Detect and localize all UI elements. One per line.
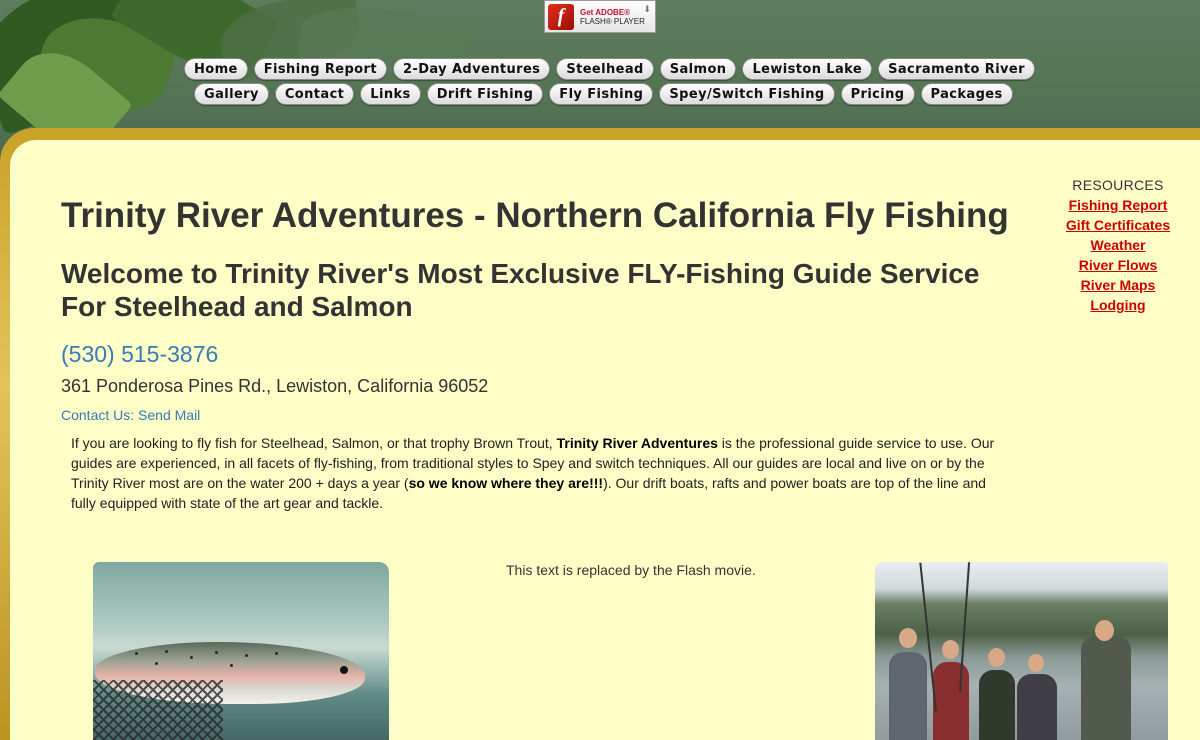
nav-steelhead[interactable]: Steelhead	[556, 58, 654, 80]
resource-gift-certificates-link[interactable]: Gift Certificates	[1048, 215, 1188, 235]
landing-net-image	[93, 680, 223, 740]
flash-badge-line2: FLASH® PLAYER	[580, 16, 645, 26]
nav-gallery[interactable]: Gallery	[194, 83, 269, 105]
nav-row-1: Home Fishing Report 2-Day Adventures Ste…	[184, 58, 1035, 80]
contact-label: Contact Us:	[61, 407, 135, 423]
resources-sidebar: RESOURCES Fishing Report Gift Certificat…	[1048, 177, 1188, 315]
nav-fishing-report[interactable]: Fishing Report	[253, 58, 387, 80]
intro-text-1: If you are looking to fly fish for Steel…	[71, 435, 553, 451]
nav-contact[interactable]: Contact	[274, 83, 355, 105]
nav-links[interactable]: Links	[360, 83, 421, 105]
nav-spey-switch-fishing[interactable]: Spey/Switch Fishing	[659, 83, 835, 105]
nav-fly-fishing[interactable]: Fly Fishing	[549, 83, 654, 105]
resource-weather-link[interactable]: Weather	[1048, 235, 1188, 255]
anglers-group-photo	[875, 562, 1168, 740]
resource-river-maps-link[interactable]: River Maps	[1048, 275, 1188, 295]
street-address: 361 Ponderosa Pines Rd., Lewiston, Calif…	[61, 376, 489, 396]
nav-lewiston-lake[interactable]: Lewiston Lake	[742, 58, 873, 80]
resources-title: RESOURCES	[1072, 177, 1164, 193]
nav-home[interactable]: Home	[184, 58, 248, 80]
site-header: f Get ADOBE® FLASH® PLAYER ⬇ Home Fishin…	[0, 0, 1200, 140]
trout-photo	[93, 562, 389, 740]
nav-pricing[interactable]: Pricing	[840, 83, 915, 105]
nav-row-2: Gallery Contact Links Drift Fishing Fly …	[194, 83, 1013, 105]
phone-number[interactable]: (530) 515-3876	[61, 341, 218, 368]
resource-river-flows-link[interactable]: River Flows	[1048, 255, 1188, 275]
page-subtitle: Welcome to Trinity River's Most Exclusiv…	[61, 258, 980, 322]
page-title: Trinity River Adventures - Northern Cali…	[61, 196, 1009, 235]
nav-2-day-adventures[interactable]: 2-Day Adventures	[392, 58, 551, 80]
flash-badge-line1: Get ADOBE®	[580, 7, 631, 17]
intro-bold-business-name: Trinity River Adventures	[556, 435, 718, 451]
intro-paragraph: If you are looking to fly fish for Steel…	[71, 433, 996, 513]
get-flash-player-badge[interactable]: f Get ADOBE® FLASH® PLAYER ⬇	[544, 0, 656, 33]
nav-drift-fishing[interactable]: Drift Fishing	[426, 83, 544, 105]
page: f Get ADOBE® FLASH® PLAYER ⬇ Home Fishin…	[0, 0, 1200, 740]
resource-fishing-report-link[interactable]: Fishing Report	[1048, 195, 1188, 215]
nav-packages[interactable]: Packages	[920, 83, 1013, 105]
download-arrow-icon: ⬇	[643, 4, 651, 14]
send-mail-link[interactable]: Send Mail	[138, 407, 200, 423]
flash-logo-icon: f	[548, 3, 574, 30]
nav-sacramento-river[interactable]: Sacramento River	[878, 58, 1035, 80]
resource-lodging-link[interactable]: Lodging	[1048, 295, 1188, 315]
flash-placeholder-text: This text is replaced by the Flash movie…	[506, 562, 756, 578]
intro-bold-tagline: so we know where they are!!!	[408, 475, 604, 491]
contact-line: Contact Us: Send Mail	[61, 407, 200, 423]
nav-salmon[interactable]: Salmon	[659, 58, 737, 80]
